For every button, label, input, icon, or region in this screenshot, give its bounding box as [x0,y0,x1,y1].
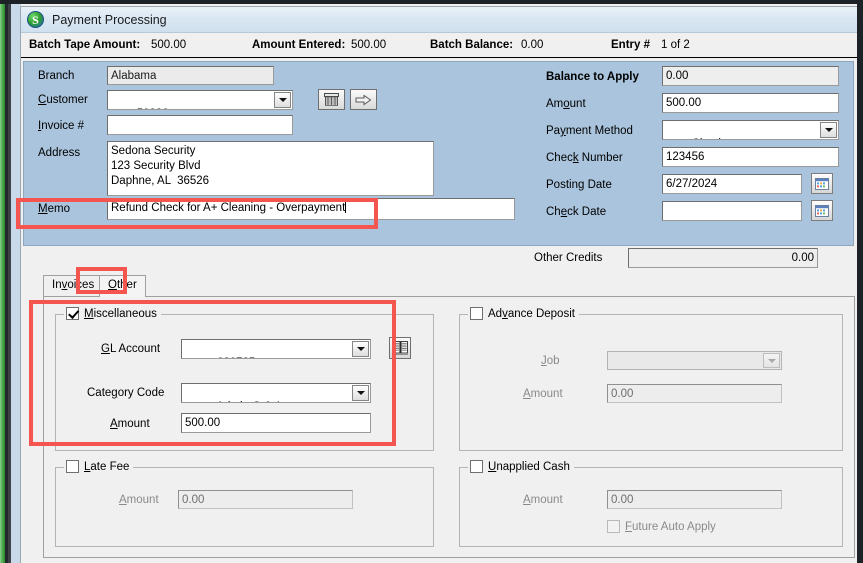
check-number-label: Check Number [546,152,623,164]
payment-detail-panel: Branch Alabama Customer 50236 [23,61,854,246]
memo-field-value: Refund Check for A+ Cleaning - Overpayme… [111,202,346,214]
advance-deposit-legend: Advance Deposit [468,307,579,320]
amount-entered-value: 500.00 [351,39,387,51]
amount-label: Amount [546,98,586,110]
address-label: Address [38,147,81,159]
late-fee-group: Late Fee Amount 0.00 [55,460,434,547]
advance-deposit-label: Advance Deposit [488,307,575,320]
desktop-edge-top [0,0,863,4]
other-tab-panel: Miscellaneous GL Account 620725 [43,296,855,558]
posting-date-field[interactable]: 6/27/2024 [662,174,802,194]
unapplied-cash-amount-field: 0.00 [607,490,782,509]
memo-field[interactable]: Refund Check for A+ Cleaning - Overpayme… [107,198,515,220]
late-fee-checkbox[interactable] [66,460,79,473]
advance-deposit-group: Advance Deposit Job Amount 0.00 [459,307,843,451]
unapplied-cash-legend: Unapplied Cash [468,460,574,473]
sedona-s-icon: S [27,11,44,28]
late-fee-label: Late Fee [84,460,130,473]
other-credits-label: Other Credits [534,252,603,264]
memo-label: Memo [38,203,70,215]
text-caret [345,201,347,213]
payment-method-label: Payment Method [546,125,633,137]
unapplied-cash-amount-label: Amount [523,494,563,506]
other-credits-field: 0.00 [628,248,818,268]
batch-summary-bar: Batch Tape Amount: 500.00 Amount Entered… [21,33,857,58]
branch-field[interactable]: Alabama [107,66,274,85]
gl-account-lookup-button[interactable] [389,337,411,359]
tab-other[interactable]: Other [99,275,146,297]
miscellaneous-group: Miscellaneous GL Account 620725 [55,307,434,451]
chevron-down-icon[interactable] [352,385,369,401]
check-date-label: Check Date [546,206,607,218]
batch-tape-amount-label: Batch Tape Amount: [29,39,141,51]
invoice-number-label: Invoice # [38,120,85,132]
unapplied-cash-group: Unapplied Cash Amount 0.00 Future Auto A… [459,460,843,547]
unapplied-cash-label: Unapplied Cash [488,460,570,473]
category-code-combo[interactable]: Admin G & A [181,383,371,403]
gl-account-combo[interactable]: 620725 [181,339,371,359]
balance-to-apply-label: Balance to Apply [546,71,639,83]
chevron-down-icon[interactable] [274,92,291,108]
check-date-field[interactable] [662,201,802,221]
payment-method-combo[interactable]: Check [662,120,839,140]
misc-amount-field[interactable]: 500.00 [181,413,371,433]
late-fee-legend: Late Fee [64,460,134,473]
late-fee-amount-field: 0.00 [178,490,353,509]
balance-to-apply-field: 0.00 [662,66,839,86]
customer-combo-value: 50236 [137,108,169,109]
job-label: Job [541,355,560,367]
chevron-down-icon [763,353,780,368]
job-combo [607,351,782,370]
category-code-value: Admin G & A [216,401,282,402]
goto-customer-button[interactable] [350,89,377,110]
invoice-number-field[interactable] [107,115,293,135]
customer-combo[interactable]: 50236 [107,90,293,110]
unapplied-cash-checkbox[interactable] [470,460,483,473]
check-date-calendar-button[interactable] [811,200,833,221]
advance-deposit-checkbox[interactable] [470,307,483,320]
amount-field[interactable]: 500.00 [662,93,839,113]
check-number-field[interactable]: 123456 [662,147,839,167]
future-auto-apply-checkbox [607,520,620,533]
payment-processing-window: S Payment Processing Batch Tape Amount: … [20,6,857,563]
entry-number-value: 1 of 2 [661,39,690,51]
entry-number-label: Entry # [611,39,650,51]
app-root: S Payment Processing Batch Tape Amount: … [0,0,863,563]
late-fee-amount-label: Amount [119,494,159,506]
posting-date-label: Posting Date [546,179,612,191]
storefront-icon [324,93,339,106]
misc-amount-label: Amount [110,418,150,430]
chevron-down-icon[interactable] [820,122,837,138]
posting-date-calendar-button[interactable] [811,173,833,194]
calendar-icon [815,204,829,217]
customer-lookup-button[interactable] [318,89,345,110]
batch-balance-label: Batch Balance: [430,39,514,51]
gl-account-label: GL Account [101,343,161,355]
window-titlebar[interactable]: S Payment Processing [21,7,857,33]
address-field[interactable]: Sedona Security 123 Security Blvd Daphne… [107,141,434,196]
window-title: Payment Processing [52,12,167,27]
chevron-down-icon[interactable] [352,341,369,357]
desktop-edge-right [857,0,863,563]
payment-method-value: Check [692,138,725,139]
amount-entered-label: Amount Entered: [252,39,346,51]
future-auto-apply-label: Future Auto Apply [625,520,716,533]
calendar-icon [815,177,829,190]
ledger-book-icon [392,341,408,355]
branch-label: Branch [38,70,75,82]
arrow-right-box-icon [355,94,372,105]
future-auto-apply-row: Future Auto Apply [607,520,716,533]
batch-balance-value: 0.00 [521,39,544,51]
miscellaneous-legend: Miscellaneous [64,307,161,320]
batch-tape-amount-value: 500.00 [151,39,187,51]
advance-deposit-amount-label: Amount [523,388,563,400]
miscellaneous-checkbox[interactable] [66,307,79,320]
category-code-label: Category Code [87,387,165,399]
miscellaneous-label: Miscellaneous [84,307,157,320]
gl-account-value: 620725 [217,357,255,358]
advance-deposit-amount-field: 0.00 [607,384,782,403]
tab-strip: Invoices Other [43,275,855,297]
customer-label: Customer [38,94,88,106]
tab-invoices[interactable]: Invoices [43,275,104,296]
